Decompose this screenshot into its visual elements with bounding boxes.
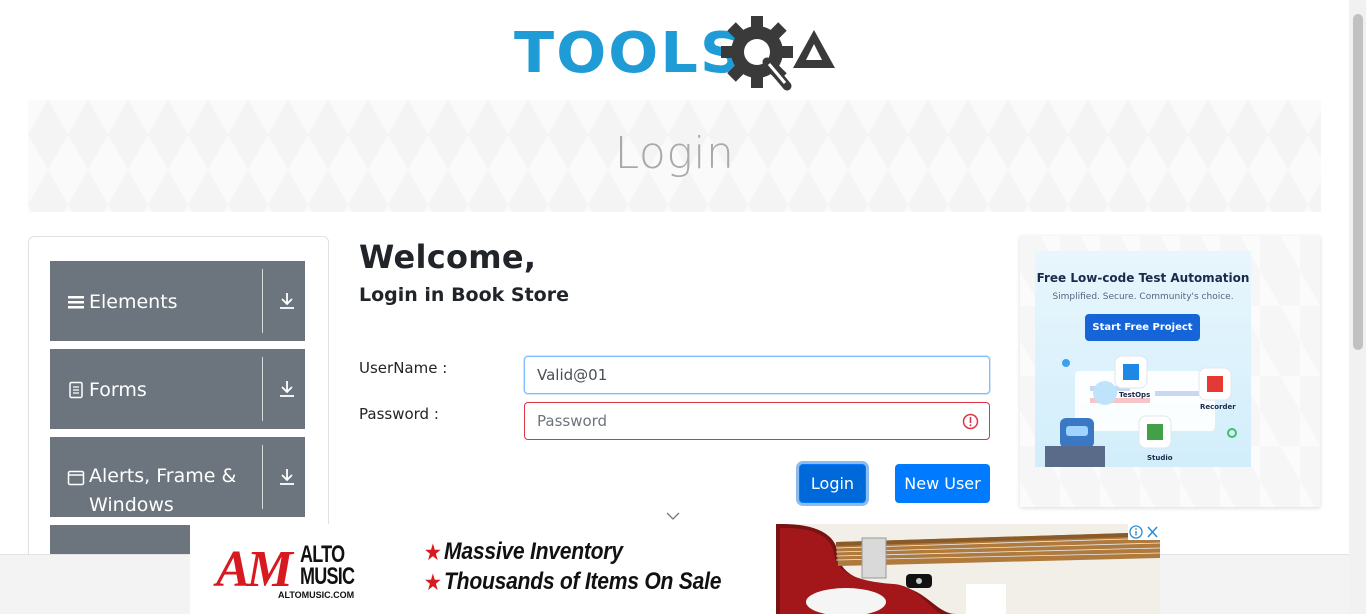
ad-title: Free Low-code Test Automation [1036,271,1250,285]
ad-line-1-text: Massive Inventory [444,538,623,565]
am-music: MUSIC [300,563,355,590]
download-arrow-icon[interactable] [278,467,296,487]
download-arrow-icon[interactable] [278,379,296,399]
login-subtitle: Login in Book Store [359,284,569,306]
sidebar-group-label: Elements [89,291,178,313]
ad-label-recorder: Recorder [1200,403,1236,411]
password-input[interactable] [537,404,957,438]
adchoices-close-icon[interactable] [1128,524,1160,540]
new-user-button[interactable]: New User [895,464,990,503]
error-icon [962,413,979,430]
download-arrow-icon[interactable] [278,291,296,311]
menu-icon [68,296,84,309]
password-label: Password : [359,405,439,423]
ad-line-2-text: Thousands of Items On Sale [444,568,722,595]
login-button[interactable]: Login [799,464,866,503]
document-icon [69,381,83,399]
username-label: UserName : [359,359,448,377]
username-field[interactable] [524,356,990,394]
ad-line-2: ★ Thousands of Items On Sale [425,568,721,596]
alto-music-logo: AM ALTO MUSIC ALTOMUSIC.COM [216,541,361,601]
username-input[interactable] [537,358,957,392]
divider [262,357,263,421]
logo-text: TOOLS [514,21,745,86]
ad-subtitle: Simplified. Secure. Community's choice. [1052,292,1234,302]
star-icon: ★ [425,572,441,594]
ad-cta-button[interactable]: Start Free Project [1085,314,1200,341]
bottom-advertisement[interactable]: AM ALTO MUSIC ALTOMUSIC.COM ★ Massive Inv… [190,524,1160,614]
guitar-image [776,524,1160,614]
am-letters: AM [216,541,293,598]
welcome-heading: Welcome, [359,238,537,276]
star-icon: ★ [425,542,441,564]
sidebar-group-forms[interactable]: Forms [50,349,305,429]
password-field[interactable] [524,402,990,440]
sidebar-group-label: Forms [89,379,147,401]
sidebar-group-elements[interactable]: Elements [50,261,305,341]
toolsqa-logo[interactable]: TOOLS [514,16,838,92]
chevron-down-icon[interactable] [665,510,681,522]
ad-label-studio: Studio [1147,454,1173,462]
vertical-scrollbar[interactable] [1349,0,1366,614]
ad-line-1: ★ Massive Inventory [425,538,623,566]
sidebar-group-alerts[interactable]: Alerts, Frame & Windows [50,437,305,517]
sidebar: Elements Forms Alerts, Frame & Windows [28,236,329,575]
ad-card[interactable]: Free Low-code Test Automation Simplified… [1035,251,1251,467]
divider [262,269,263,333]
logo-qa-gear-icon [721,16,835,91]
window-icon [67,470,85,486]
scrollbar-thumb[interactable] [1353,14,1363,350]
page-banner: Login [28,100,1321,212]
am-url: ALTOMUSIC.COM [278,590,355,600]
sidebar-group-label: Alerts, Frame & Windows [89,465,237,516]
divider [262,445,263,509]
side-advertisement[interactable]: Free Low-code Test Automation Simplified… [1020,236,1320,507]
ad-label-testops: TestOps [1119,391,1151,399]
page-title: Login [614,128,735,179]
